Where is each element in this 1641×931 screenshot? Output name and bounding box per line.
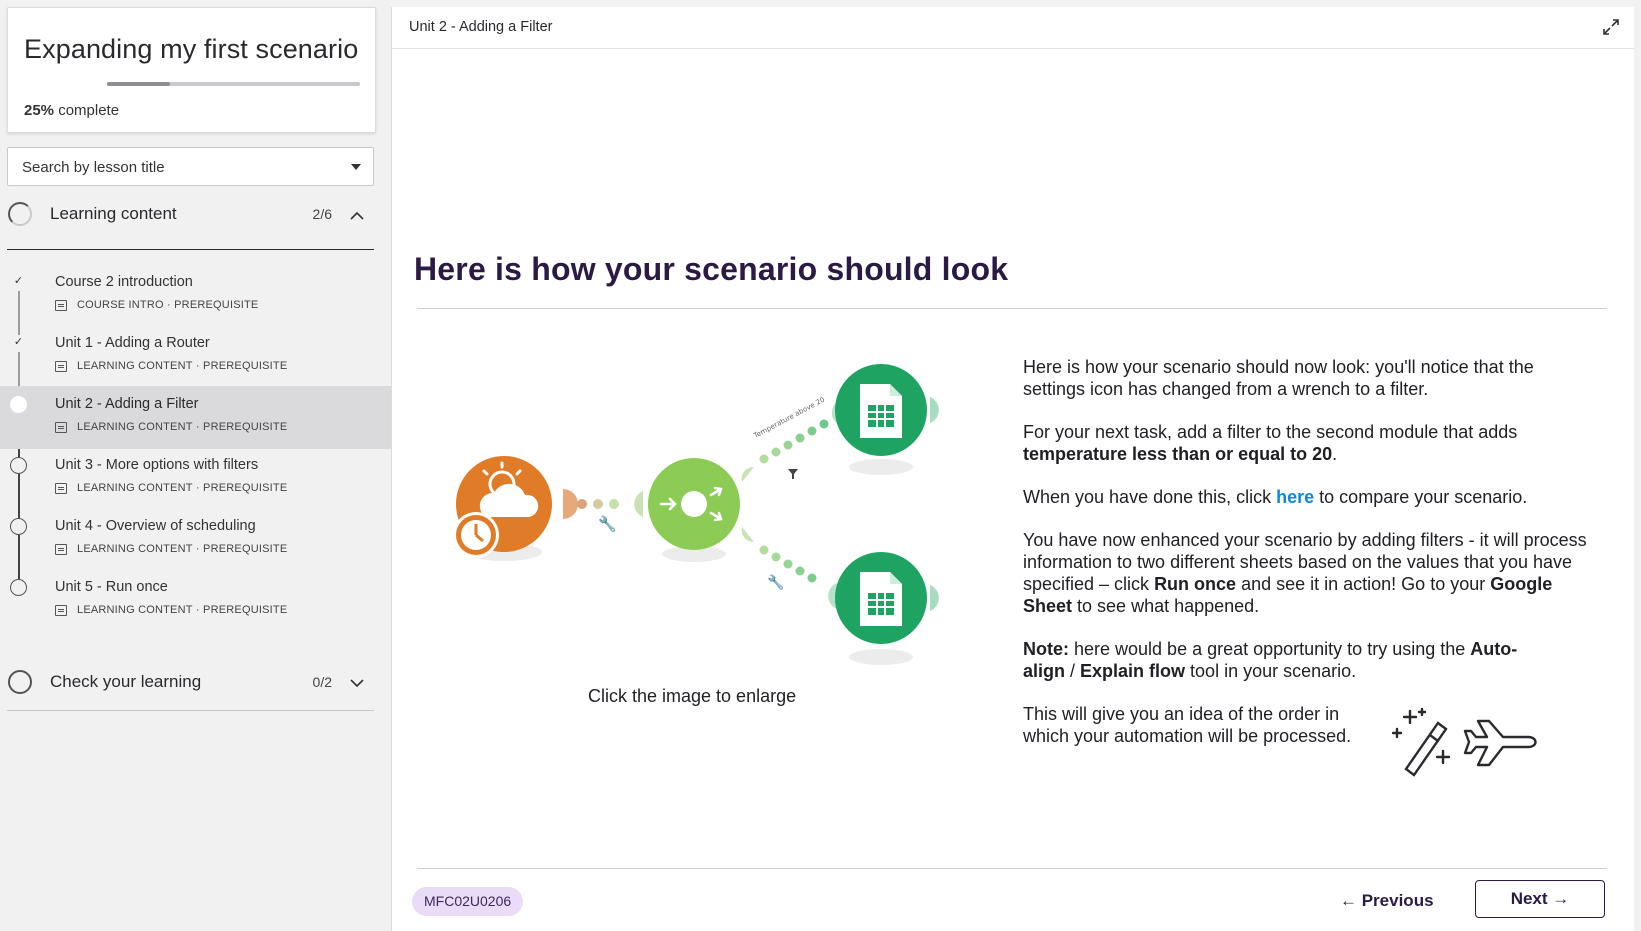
course-card: Expanding my first scenario 25% complete	[7, 7, 376, 133]
lesson-meta: LEARNING CONTENT · PREREQUISITE	[55, 604, 287, 616]
slides-icon	[55, 421, 67, 433]
progress-value: 25%	[24, 102, 55, 119]
lesson-topbar: Unit 2 - Adding a Filter	[392, 7, 1634, 49]
slides-icon	[55, 543, 67, 555]
wrench-icon: 🔧	[598, 514, 617, 533]
paragraph: For your next task, add a filter to the …	[1023, 422, 1518, 464]
lesson-type: LEARNING CONTENT	[77, 421, 193, 433]
lesson-title: Unit 5 - Run once	[55, 579, 168, 595]
module-connector	[634, 491, 643, 517]
lesson-meta: LEARNING CONTENT · PREREQUISITE	[55, 421, 287, 433]
lesson-item[interactable]: Unit 5 - Run once LEARNING CONTENT · PRE…	[0, 569, 391, 632]
section-check-your-learning[interactable]: Check your learning 0/2	[7, 657, 374, 707]
compare-scenario-link[interactable]: here	[1276, 487, 1314, 507]
lesson-tag: PREREQUISITE	[203, 421, 288, 433]
section-label: Learning content	[50, 204, 177, 223]
lesson-tag: PREREQUISITE	[203, 482, 288, 494]
chevron-up-icon[interactable]	[350, 207, 364, 223]
lesson-type: LEARNING CONTENT	[77, 360, 193, 372]
lesson-title: Course 2 introduction	[55, 274, 193, 290]
section-learning-content[interactable]: Learning content 2/6	[7, 189, 374, 239]
lesson-item[interactable]: ✓ Unit 1 - Adding a Router LEARNING CONT…	[0, 325, 391, 388]
lesson-type: LEARNING CONTENT	[77, 604, 193, 616]
check-icon: ✓	[10, 335, 27, 352]
lesson-item-current[interactable]: Unit 2 - Adding a Filter LEARNING CONTEN…	[0, 386, 391, 449]
document-icon	[55, 299, 67, 311]
paragraph: Here is how your scenario should now loo…	[1023, 357, 1534, 399]
check-icon: ✓	[10, 274, 27, 291]
paragraph: Note: here would be a great opportunity …	[1023, 639, 1518, 681]
wrench-icon: 🔧	[767, 573, 784, 591]
incomplete-circle-icon	[10, 457, 27, 474]
lesson-type: LEARNING CONTENT	[77, 482, 193, 494]
previous-button[interactable]: ← Previous	[1340, 891, 1434, 911]
next-button[interactable]: Next →	[1475, 880, 1605, 918]
lesson-meta: COURSE INTRO · PREREQUISITE	[55, 299, 258, 311]
section-count: 0/2	[312, 674, 332, 690]
module-shadow	[849, 459, 913, 475]
tool-icons	[1391, 707, 1552, 777]
progress-suffix: complete	[58, 102, 120, 119]
section-divider	[7, 710, 374, 711]
magic-wand-icon	[1391, 707, 1451, 777]
module-connector	[563, 489, 578, 519]
lesson-item[interactable]: Unit 4 - Overview of scheduling LEARNING…	[0, 508, 391, 571]
module-shadow	[849, 649, 913, 665]
course-progress-bar	[107, 82, 360, 86]
section-label: Check your learning	[50, 672, 202, 691]
section-divider	[7, 249, 374, 250]
section-progress-ring-icon	[8, 202, 32, 226]
slides-icon	[55, 604, 67, 616]
lesson-meta: LEARNING CONTENT · PREREQUISITE	[55, 543, 287, 555]
course-progress-text: 25% complete	[24, 102, 119, 119]
diagram-caption: Click the image to enlarge	[588, 686, 797, 706]
breadcrumb: Unit 2 - Adding a Filter	[409, 19, 553, 35]
lesson-title: Unit 4 - Overview of scheduling	[55, 518, 256, 534]
lesson-meta: LEARNING CONTENT · PREREQUISITE	[55, 360, 287, 372]
lesson-tag: PREREQUISITE	[174, 299, 259, 311]
lesson-search[interactable]	[7, 147, 374, 187]
course-progress-fill	[107, 82, 171, 86]
lesson-title: Unit 2 - Adding a Filter	[55, 396, 199, 412]
paragraph: When you have done this, click here to c…	[1023, 487, 1528, 507]
scenario-diagram-image[interactable]: 🔧 Temperature above 20 🔧	[432, 347, 972, 677]
paragraph: This will give you an idea of the order …	[1023, 704, 1352, 746]
airplane-icon	[1463, 719, 1537, 767]
lesson-content: Unit 2 - Adding a Filter Here is how you…	[391, 7, 1634, 931]
filter-icon	[788, 469, 798, 479]
incomplete-circle-icon	[10, 518, 27, 535]
slides-icon	[55, 360, 67, 372]
course-sidebar: Expanding my first scenario 25% complete…	[0, 0, 391, 931]
section-progress-ring-icon	[8, 670, 32, 694]
lesson-item[interactable]: ✓ Course 2 introduction COURSE INTRO · P…	[0, 264, 391, 327]
lesson-tag: PREREQUISITE	[203, 604, 288, 616]
slides-icon	[55, 482, 67, 494]
chevron-down-icon[interactable]	[350, 675, 364, 691]
incomplete-circle-icon	[10, 579, 27, 596]
lesson-title: Unit 3 - More options with filters	[55, 457, 259, 473]
section-count: 2/6	[312, 206, 332, 222]
lesson-meta: LEARNING CONTENT · PREREQUISITE	[55, 482, 287, 494]
current-lesson-dot-icon	[10, 396, 27, 413]
lesson-item[interactable]: Unit 3 - More options with filters LEARN…	[0, 447, 391, 510]
lesson-type: LEARNING CONTENT	[77, 543, 193, 555]
heading-divider	[417, 308, 1607, 309]
paragraph: You have now enhanced your scenario by a…	[1023, 530, 1587, 616]
course-title: Expanding my first scenario	[24, 34, 359, 64]
footer-divider	[417, 868, 1607, 869]
lesson-code-badge: MFC02U0206	[412, 887, 524, 916]
page-title: Here is how your scenario should look	[414, 251, 1009, 287]
lesson-tag: PREREQUISITE	[203, 543, 288, 555]
lesson-tag: PREREQUISITE	[203, 360, 288, 372]
lesson-search-input[interactable]	[20, 148, 344, 187]
lesson-type: COURSE INTRO	[77, 299, 164, 311]
expand-icon[interactable]	[1602, 18, 1620, 41]
lesson-title: Unit 1 - Adding a Router	[55, 335, 210, 351]
dropdown-caret-icon[interactable]	[351, 164, 361, 170]
